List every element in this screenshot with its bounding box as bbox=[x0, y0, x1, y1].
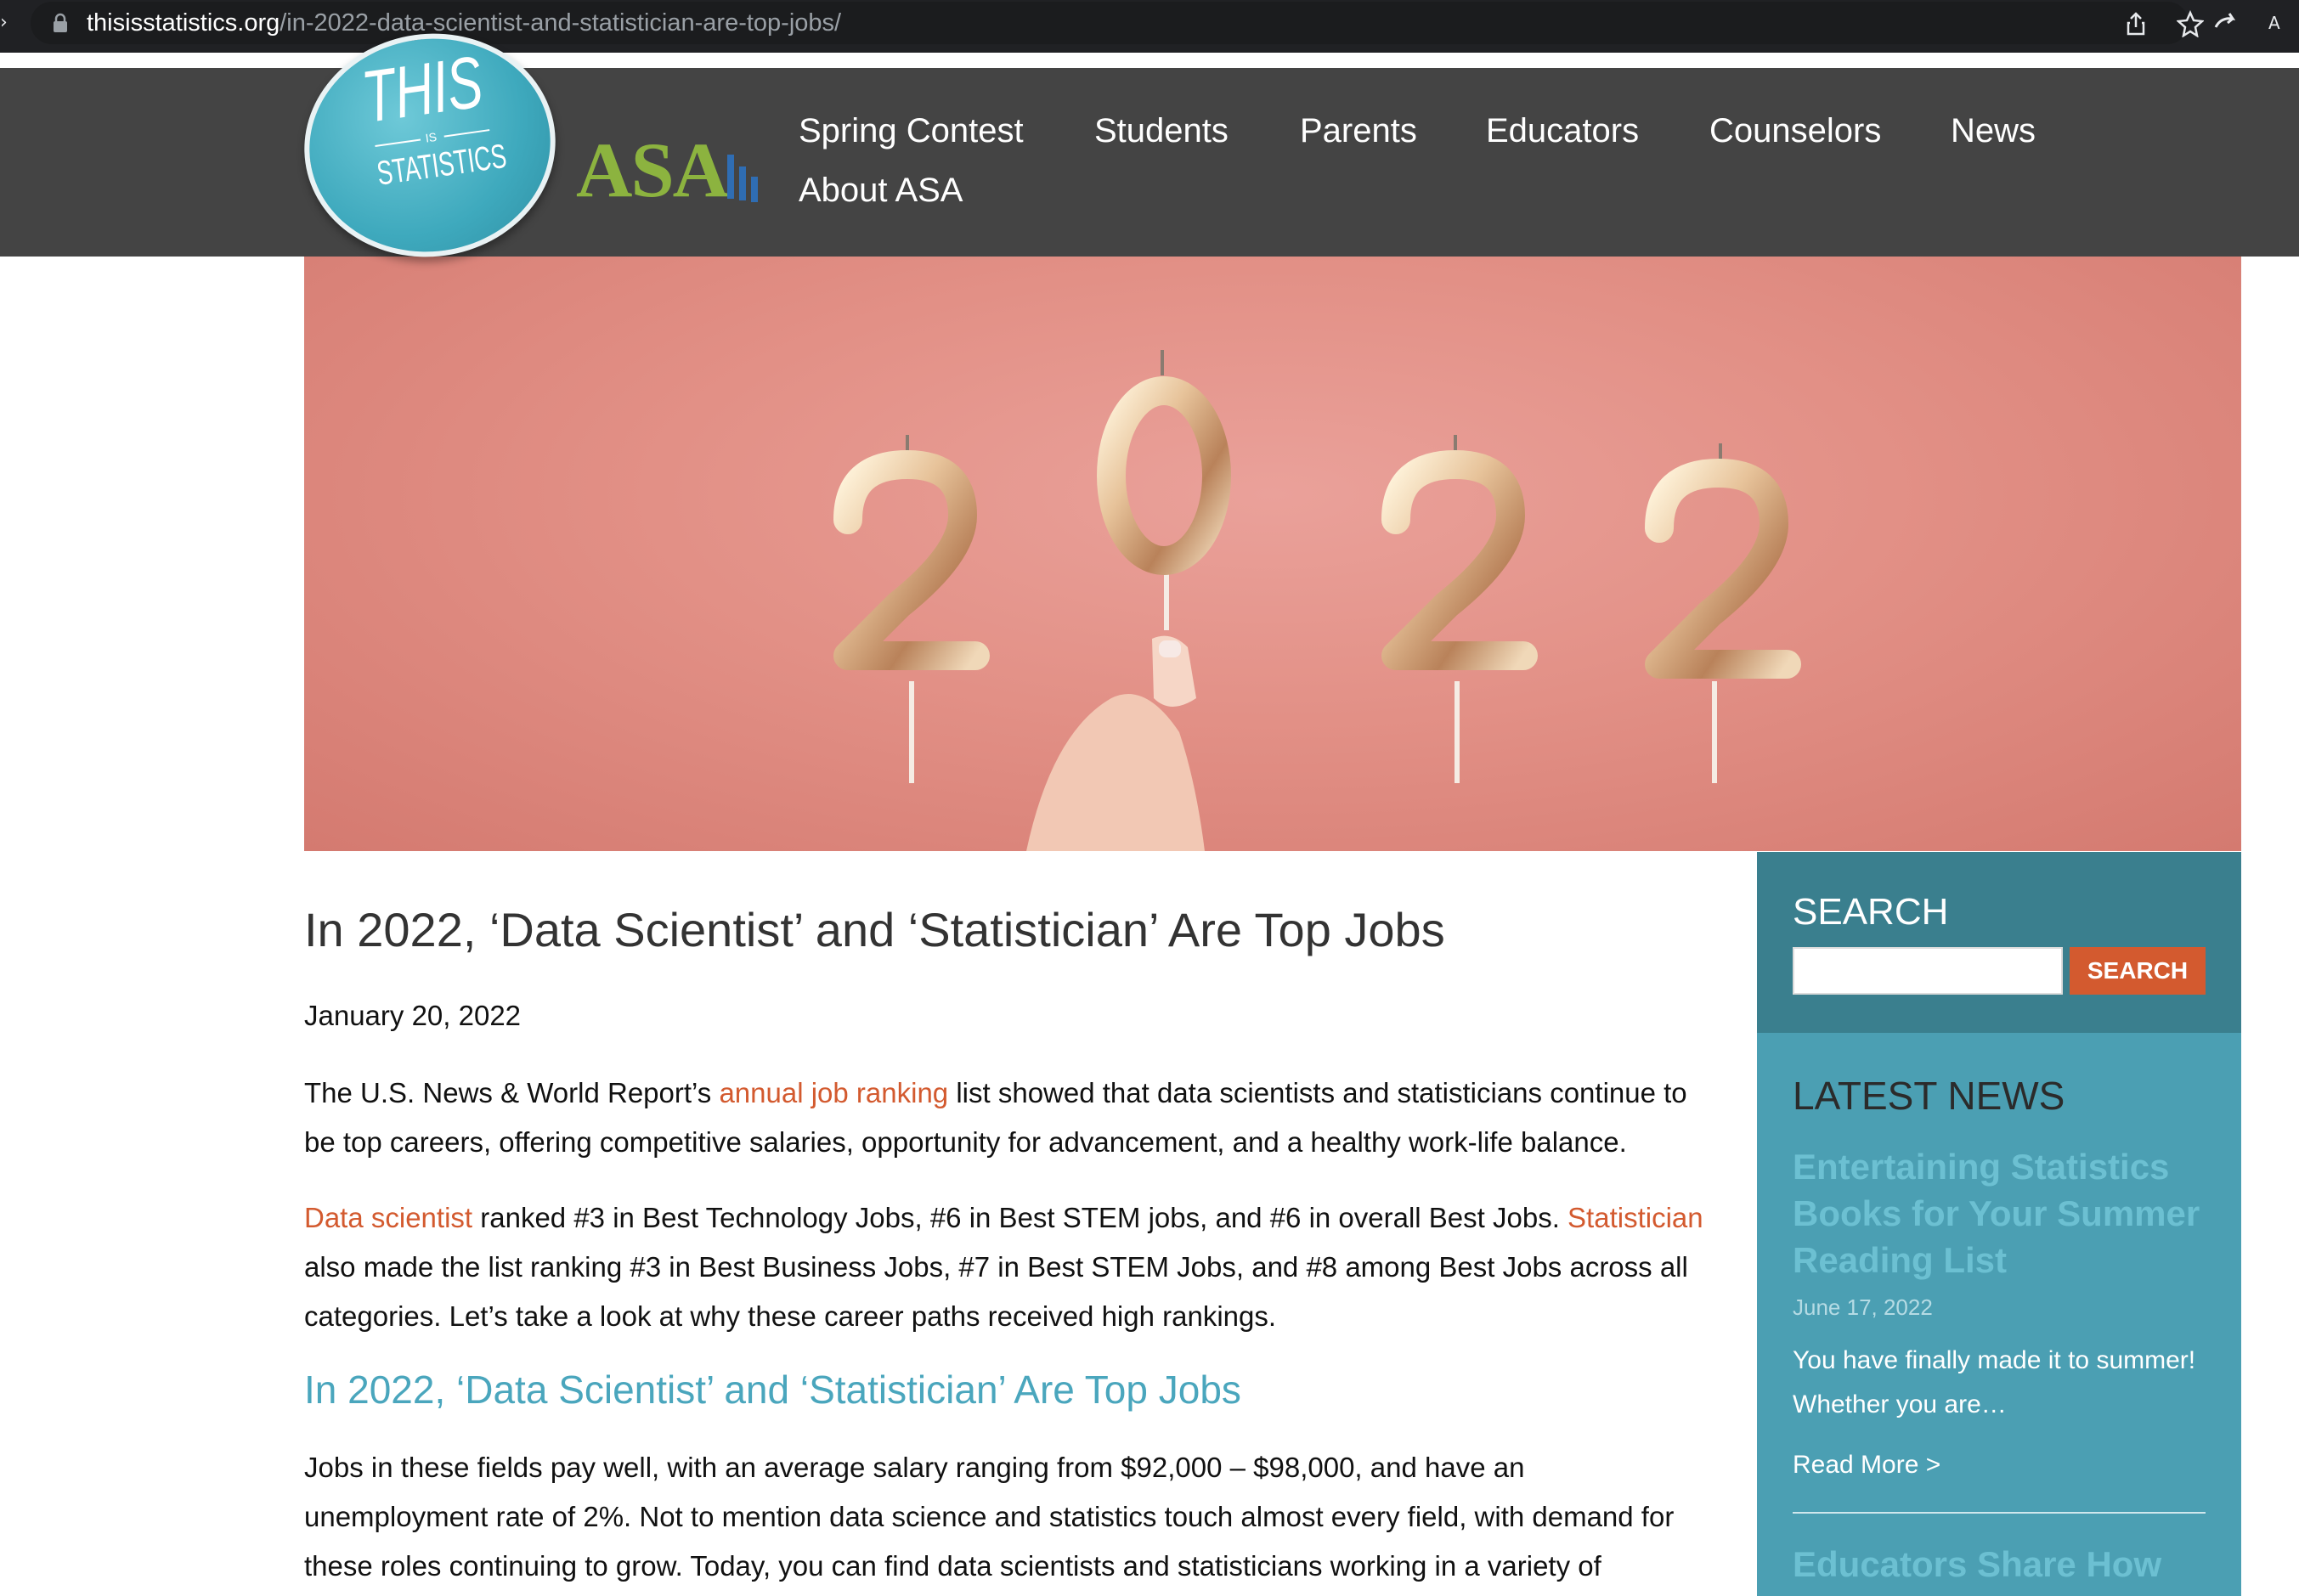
nav-spring-contest[interactable]: Spring Contest bbox=[799, 110, 1024, 151]
reader-icon[interactable]: A bbox=[2267, 8, 2294, 36]
nav-students[interactable]: Students bbox=[1094, 110, 1229, 151]
text: also made the list ranking #3 in Best Bu… bbox=[304, 1251, 1688, 1332]
logo-statistics: STATISTICS bbox=[375, 137, 509, 193]
read-more-link[interactable]: Read More > bbox=[1793, 1451, 1940, 1480]
logo-this: THIS bbox=[357, 41, 488, 138]
logo-rule bbox=[443, 129, 490, 138]
search-input[interactable] bbox=[1793, 947, 2063, 995]
nav-parents[interactable]: Parents bbox=[1300, 110, 1417, 151]
url-path: /in-2022-data-scientist-and-statistician… bbox=[280, 9, 842, 37]
news-excerpt: You have finally made it to summer! Whet… bbox=[1793, 1346, 2196, 1418]
bookmark-star-icon[interactable] bbox=[2177, 10, 2204, 37]
statistician-link[interactable]: Statistician bbox=[1568, 1202, 1703, 1233]
article-subheading: In 2022, ‘Data Scientist’ and ‘Statistic… bbox=[304, 1368, 1241, 1412]
hero-image bbox=[304, 257, 2241, 851]
news-headline-link-2[interactable]: Educators Share How bbox=[1793, 1541, 2217, 1588]
browser-toolbar: › thisisstatistics.org/in-2022-data-scie… bbox=[0, 0, 2299, 53]
annual-job-ranking-link[interactable]: annual job ranking bbox=[719, 1077, 948, 1108]
svg-text:A: A bbox=[2268, 13, 2280, 33]
nav-counselors[interactable]: Counselors bbox=[1709, 110, 1881, 151]
search-heading: SEARCH bbox=[1793, 891, 1949, 933]
asa-bars-icon bbox=[727, 155, 758, 202]
article-paragraph-1: The U.S. News & World Report’s annual jo… bbox=[304, 1069, 1714, 1167]
back-arrow-icon[interactable]: › bbox=[0, 12, 8, 33]
news-headline-link[interactable]: Entertaining Statistics Books for Your S… bbox=[1793, 1143, 2217, 1283]
latest-news-heading: LATEST NEWS bbox=[1793, 1074, 2065, 1118]
asa-logo-text: ASA bbox=[576, 127, 729, 213]
address-bar[interactable]: thisisstatistics.org/in-2022-data-scient… bbox=[31, 2, 2204, 44]
article-title: In 2022, ‘Data Scientist’ and ‘Statistic… bbox=[304, 903, 1445, 956]
url-host: thisisstatistics.org bbox=[87, 9, 280, 37]
logo-is: IS bbox=[424, 129, 438, 145]
sidebar-latest-news: LATEST NEWS Entertaining Statistics Book… bbox=[1757, 1033, 2241, 1596]
logo-rule bbox=[375, 138, 421, 147]
candles-2022-illustration bbox=[833, 350, 1801, 851]
news-divider bbox=[1793, 1512, 2206, 1514]
data-scientist-link[interactable]: Data scientist bbox=[304, 1202, 472, 1233]
search-button[interactable]: SEARCH bbox=[2070, 947, 2206, 995]
url-text: thisisstatistics.org/in-2022-data-scient… bbox=[87, 8, 841, 37]
forward-icon[interactable] bbox=[2212, 8, 2240, 36]
lock-icon bbox=[54, 13, 67, 32]
text: ranked #3 in Best Technology Jobs, #6 in… bbox=[472, 1202, 1568, 1233]
text: The U.S. News & World Report’s bbox=[304, 1077, 720, 1108]
article-paragraph-2: Data scientist ranked #3 in Best Technol… bbox=[304, 1193, 1714, 1341]
article-paragraph-3: Jobs in these fields pay well, with an a… bbox=[304, 1452, 1675, 1582]
news-date: June 17, 2022 bbox=[1793, 1294, 1933, 1320]
article-date: January 20, 2022 bbox=[304, 1000, 522, 1031]
sidebar-search: SEARCH SEARCH bbox=[1757, 852, 2241, 1033]
nav-news[interactable]: News bbox=[1951, 110, 2036, 151]
share-icon[interactable] bbox=[2122, 10, 2149, 37]
nav-about-asa[interactable]: About ASA bbox=[799, 170, 963, 211]
nav-educators[interactable]: Educators bbox=[1486, 110, 1639, 151]
